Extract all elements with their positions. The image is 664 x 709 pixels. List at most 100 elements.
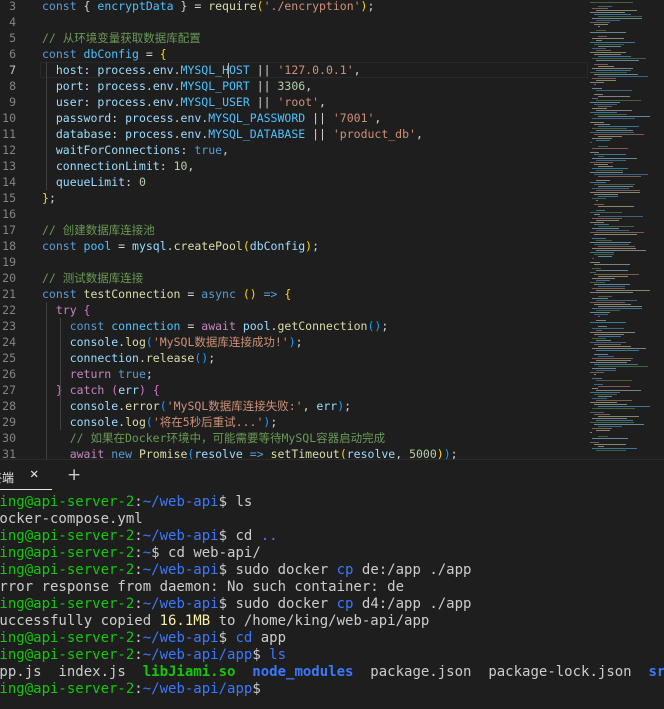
code-line: 15}; bbox=[0, 190, 590, 206]
code-token: try bbox=[42, 303, 84, 317]
prompt-user-host: king@api-server-2 bbox=[0, 494, 135, 510]
minimap-row bbox=[594, 444, 626, 445]
code-token: Promise bbox=[138, 447, 188, 459]
code-token: ; bbox=[145, 367, 153, 381]
minimap-row bbox=[592, 238, 606, 239]
command-token: cp bbox=[336, 562, 354, 578]
code-token: dbConfig bbox=[249, 239, 306, 253]
minimap-row bbox=[590, 392, 620, 393]
minimap-row bbox=[596, 370, 616, 371]
minimap-row bbox=[592, 298, 608, 299]
command-token: cd bbox=[235, 630, 253, 646]
code-token: || bbox=[249, 79, 278, 93]
code-token: : bbox=[125, 175, 139, 189]
minimap-row bbox=[592, 328, 624, 329]
code-line: 31 await new Promise(resolve => setTimeo… bbox=[0, 446, 590, 459]
code-token: , bbox=[305, 79, 313, 93]
code-line: 10 password: process.env.MYSQL_PASSWORD … bbox=[0, 110, 590, 126]
minimap-row bbox=[598, 196, 618, 197]
minimap-row bbox=[596, 290, 650, 291]
code-token: ; bbox=[208, 351, 216, 365]
minimap-row bbox=[596, 10, 637, 11]
prompt-path: ~/web-api bbox=[142, 596, 219, 612]
code-token: , bbox=[302, 399, 317, 413]
code-token: , bbox=[415, 127, 423, 141]
code-token: getConnection bbox=[277, 319, 368, 333]
code-token: ) bbox=[443, 447, 451, 459]
minimap-row bbox=[598, 76, 648, 77]
code-line: 24 console.log('MySQL数据库连接成功!'); bbox=[0, 334, 590, 350]
code-token: encryptData bbox=[97, 0, 174, 13]
minimap-row bbox=[590, 262, 600, 263]
minimap-row bbox=[590, 142, 592, 143]
code-text: database: process.env.MYSQL_DATABASE || … bbox=[42, 126, 423, 142]
code-editor[interactable]: 3 const { encryptData } = require('./encr… bbox=[0, 0, 664, 459]
minimap-row bbox=[594, 194, 618, 195]
minimap-row bbox=[592, 128, 627, 129]
minimap-row bbox=[590, 132, 634, 133]
prompt-separator: : bbox=[134, 681, 143, 697]
minimap-row bbox=[594, 254, 614, 255]
line-number: 12 bbox=[2, 143, 16, 157]
close-icon[interactable]: ✕ bbox=[30, 466, 38, 482]
code-token: connection bbox=[42, 351, 139, 365]
minimap-row bbox=[594, 234, 637, 235]
minimap-row bbox=[592, 278, 615, 279]
code-token: , bbox=[395, 447, 410, 459]
code-token: ( bbox=[159, 399, 167, 413]
code-text: const connection = await pool.getConnect… bbox=[42, 318, 389, 334]
minimap-row bbox=[592, 288, 625, 289]
terminal-prompt-line: king@api-server-2:~/web-api$ sudo docker… bbox=[0, 596, 664, 613]
code-token: error bbox=[125, 399, 160, 413]
code-token: env bbox=[152, 79, 174, 93]
minimap-row bbox=[596, 70, 631, 71]
minimap-row bbox=[594, 304, 631, 305]
minimap-row bbox=[596, 400, 632, 401]
editor-scrollbar[interactable] bbox=[656, 0, 664, 459]
code-text: // 测试数据库连接 bbox=[42, 270, 143, 286]
minimap-row bbox=[590, 292, 633, 293]
minimap-row bbox=[598, 26, 600, 27]
prompt-separator: : bbox=[134, 494, 143, 510]
code-text: queueLimit: 0 bbox=[42, 174, 146, 190]
minimap-row bbox=[592, 438, 628, 439]
terminal-view[interactable]: king@api-server-2:~/web-api$ ls docker-co… bbox=[0, 492, 664, 709]
prompt-user-host: king@api-server-2 bbox=[0, 596, 135, 612]
code-token: pool bbox=[242, 319, 271, 333]
minimap-row bbox=[596, 380, 632, 381]
line-number: 13 bbox=[2, 159, 16, 173]
tab-terminal[interactable]: 终端 ✕ bbox=[0, 464, 52, 490]
minimap-row bbox=[590, 102, 620, 103]
minimap-row bbox=[590, 442, 599, 443]
code-token: port bbox=[42, 79, 84, 93]
terminal-prompt-line: king@api-server-2:~/web-api$ ls bbox=[0, 494, 664, 511]
command-token: ls bbox=[269, 647, 287, 663]
code-line: 19 bbox=[0, 254, 590, 270]
minimap-row bbox=[592, 348, 646, 349]
minimap-row bbox=[594, 124, 610, 125]
add-terminal-button[interactable]: + bbox=[67, 467, 81, 484]
minimap-row bbox=[590, 32, 626, 33]
minimap-row bbox=[598, 6, 612, 7]
minimap-row bbox=[592, 198, 606, 199]
minimap-row bbox=[592, 158, 637, 159]
minimap-row bbox=[592, 168, 628, 169]
minimap-row bbox=[590, 422, 634, 423]
line-number: 28 bbox=[2, 399, 16, 413]
code-token: '7001' bbox=[332, 111, 375, 125]
minimap[interactable] bbox=[590, 0, 654, 459]
minimap-row bbox=[596, 140, 610, 141]
code-token: ( bbox=[145, 335, 153, 349]
code-token: ; bbox=[344, 399, 352, 413]
code-token: // 测试数据库连接 bbox=[42, 271, 144, 285]
minimap-row bbox=[596, 430, 610, 431]
minimap-row bbox=[592, 88, 602, 89]
code-token: const bbox=[42, 319, 112, 333]
output-token: Error response from daemon: No such cont… bbox=[0, 579, 405, 595]
code-text: user: process.env.MYSQL_USER || 'root', bbox=[42, 94, 326, 110]
code-token: ) bbox=[138, 383, 146, 397]
indent-guide bbox=[46, 62, 47, 190]
minimap-row bbox=[594, 104, 617, 105]
code-token: . bbox=[166, 239, 174, 253]
minimap-row bbox=[590, 222, 604, 223]
